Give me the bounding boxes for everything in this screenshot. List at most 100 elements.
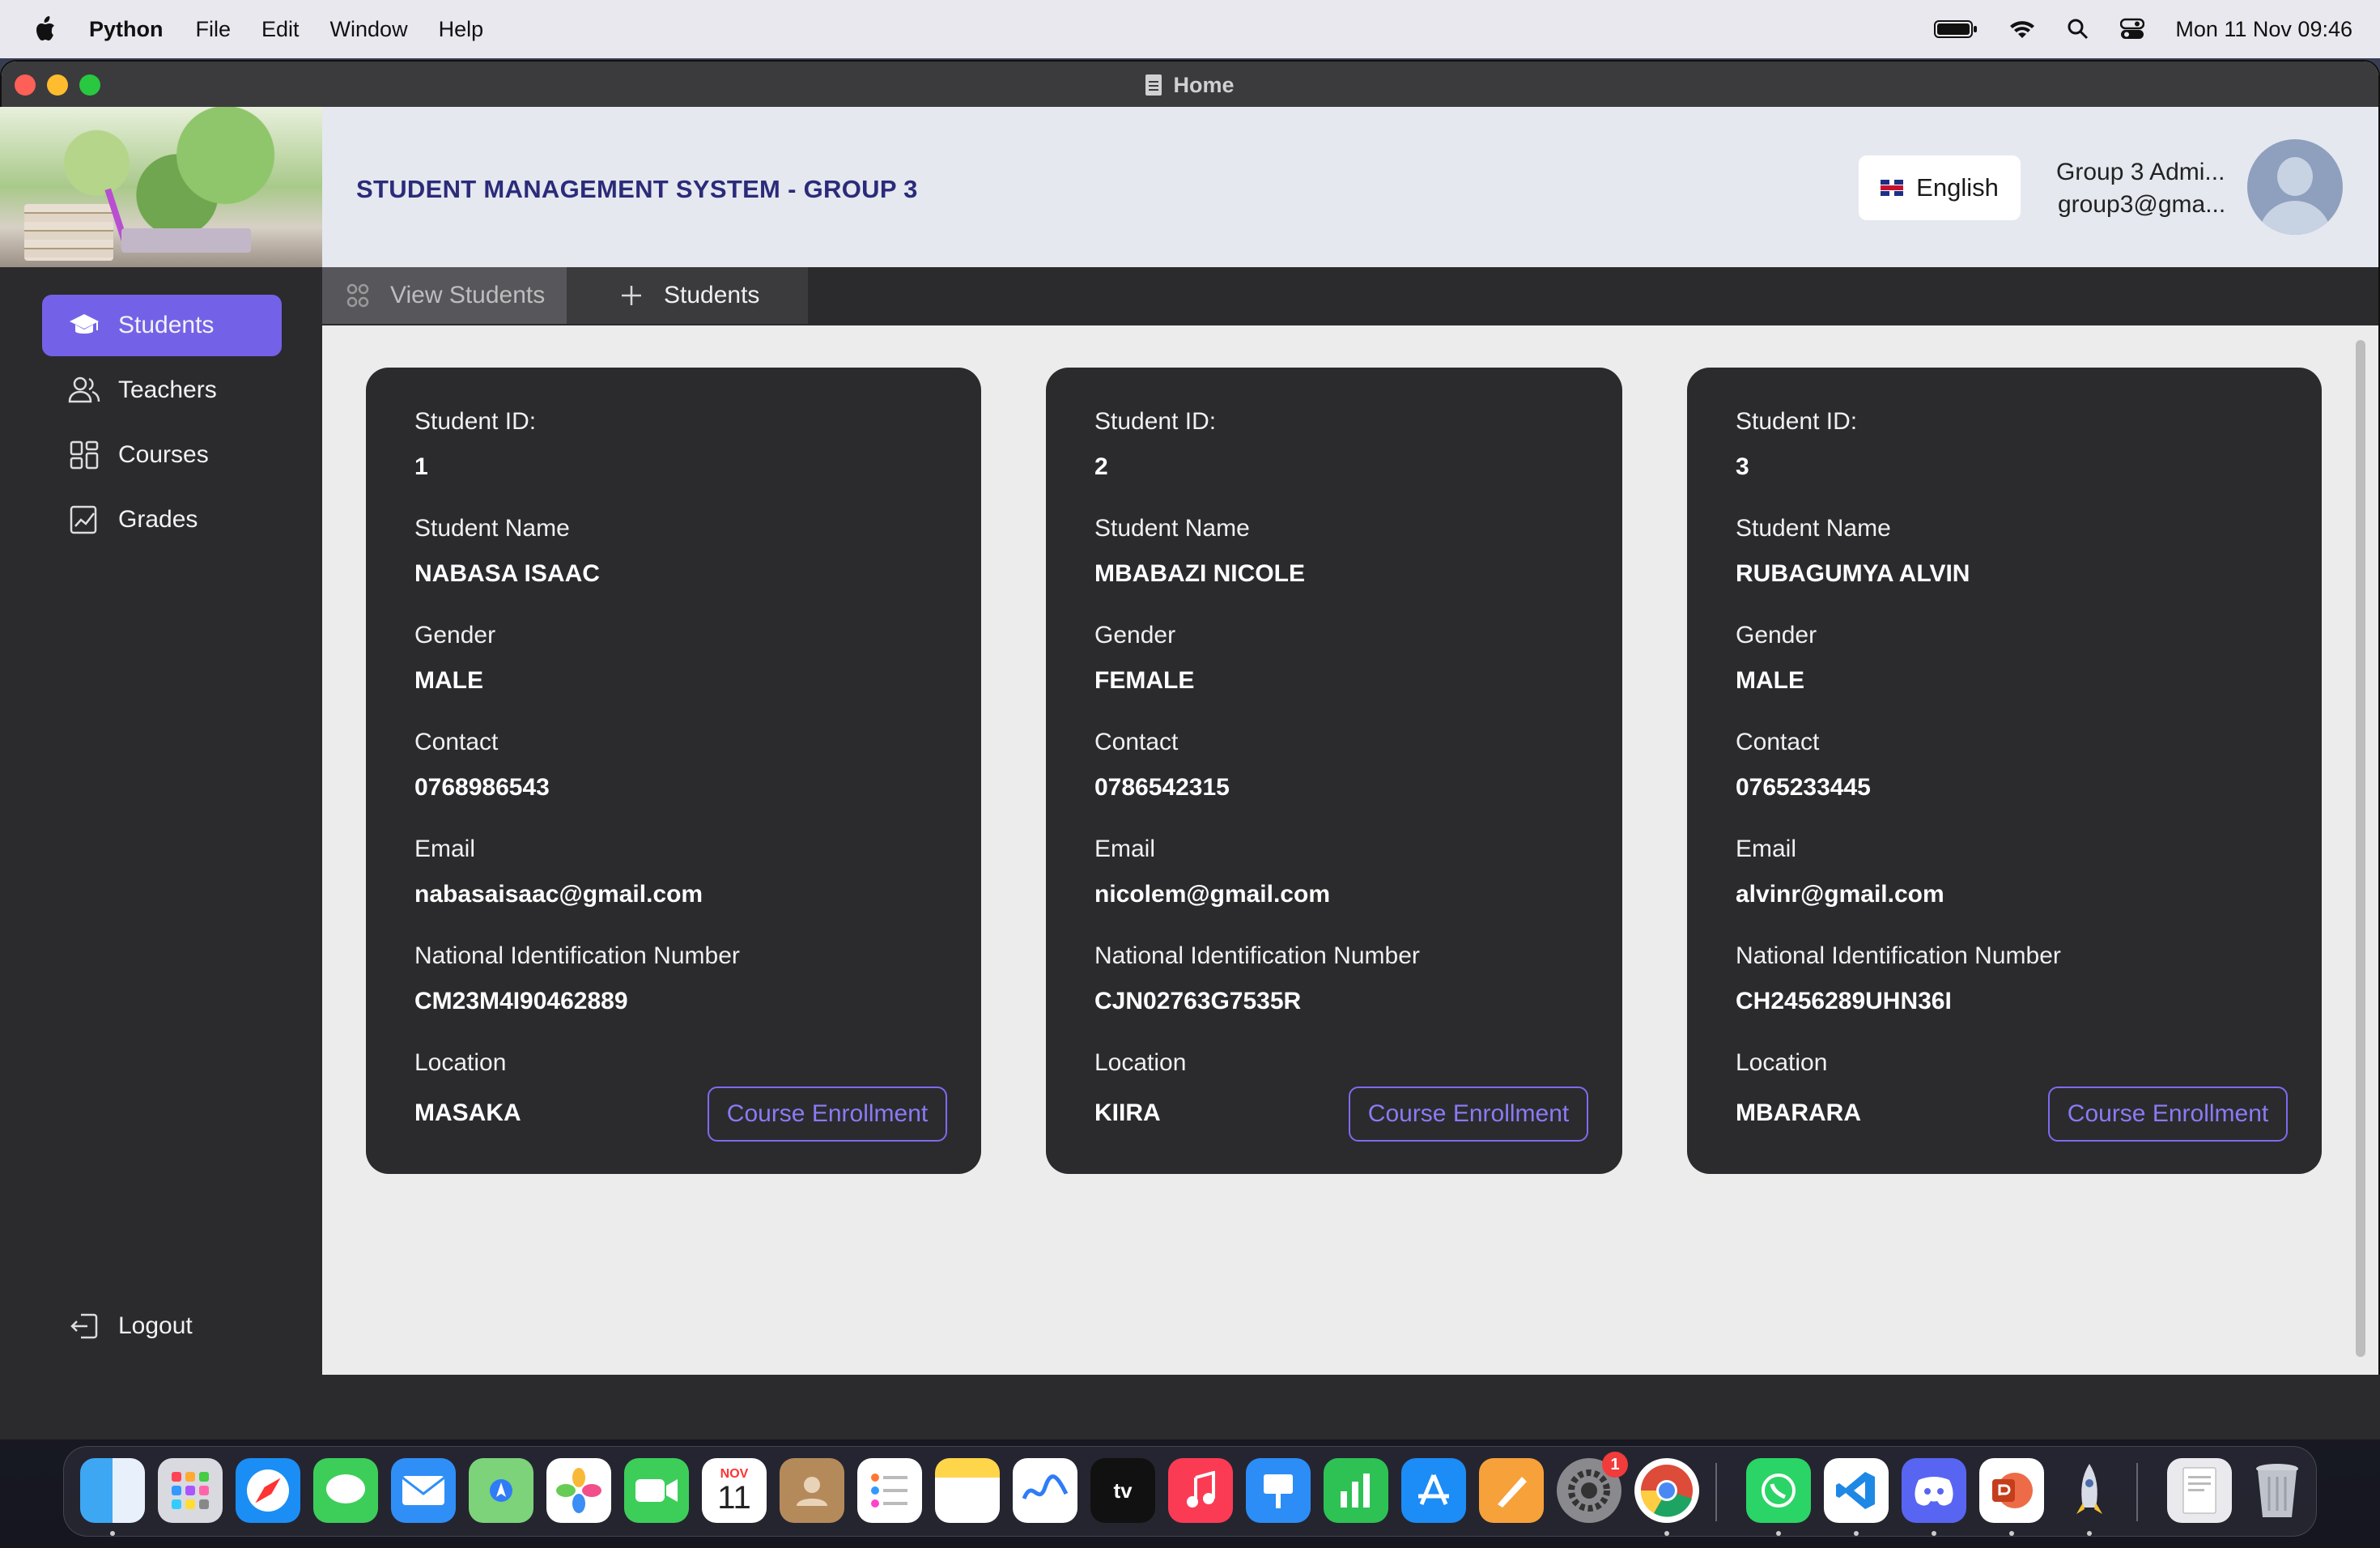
contact-label: Contact	[414, 729, 499, 755]
tab-label: Students	[664, 282, 760, 308]
pages-icon[interactable]	[1479, 1458, 1544, 1523]
music-icon[interactable]	[1168, 1458, 1233, 1523]
apple-tv-icon[interactable]: tv	[1090, 1458, 1155, 1523]
student-name-value: NABASA ISAAC	[414, 560, 600, 587]
logout-button[interactable]: Logout	[42, 1295, 193, 1357]
menu-clock[interactable]: Mon 11 Nov 09:46	[2175, 17, 2352, 42]
sidebar-item-grades[interactable]: Grades	[42, 489, 282, 551]
menu-help[interactable]: Help	[439, 17, 484, 42]
python-launcher-icon[interactable]	[2057, 1458, 2122, 1523]
apple-icon[interactable]	[32, 15, 57, 43]
nin-label: National Identification Number	[1094, 942, 1420, 969]
powerpoint-icon[interactable]	[1979, 1458, 2044, 1523]
course-enrollment-button[interactable]: Course Enrollment	[2048, 1087, 2288, 1142]
plus-icon	[622, 286, 641, 305]
language-label: English	[1916, 173, 1999, 202]
keynote-icon[interactable]	[1246, 1458, 1311, 1523]
student-id-value: 3	[1736, 453, 1749, 480]
app-store-icon[interactable]	[1401, 1458, 1466, 1523]
dock: NOV 11 tv 1	[63, 1446, 2317, 1537]
battery-icon[interactable]	[1934, 19, 1978, 39]
podium-shape	[1264, 1474, 1293, 1508]
student-name-label: Student Name	[1736, 515, 1891, 542]
calendar-icon[interactable]: NOV 11	[702, 1458, 767, 1523]
numbers-icon[interactable]	[1324, 1458, 1388, 1523]
chat-bubble-shape	[326, 1474, 365, 1503]
document-icon	[1145, 74, 1162, 96]
discord-icon[interactable]	[1902, 1458, 1966, 1523]
freeform-icon[interactable]	[1013, 1458, 1077, 1523]
location-label: Location	[414, 1049, 507, 1076]
contacts-icon[interactable]	[780, 1458, 844, 1523]
language-selector[interactable]: English	[1859, 155, 2021, 220]
search-icon[interactable]	[2067, 18, 2089, 40]
gender-value: MALE	[1736, 667, 1804, 694]
app-store-a-shape	[1418, 1474, 1449, 1505]
system-settings-icon[interactable]: 1	[1557, 1452, 1628, 1523]
scribble-shape	[1022, 1474, 1069, 1500]
maps-icon[interactable]	[469, 1458, 533, 1523]
dock-separator	[2136, 1463, 2138, 1521]
music-note-shape	[1187, 1471, 1215, 1508]
email-label: Email	[1094, 836, 1156, 862]
contact-value: 0765233445	[1736, 774, 1871, 801]
header-logo-image	[0, 107, 322, 267]
running-indicator	[2087, 1531, 2092, 1536]
finder-icon[interactable]	[80, 1458, 145, 1523]
facetime-icon[interactable]	[624, 1458, 689, 1523]
gender-label: Gender	[414, 622, 496, 649]
menu-edit[interactable]: Edit	[261, 17, 300, 42]
notes-icon[interactable]	[935, 1458, 1000, 1523]
whatsapp-icon[interactable]	[1746, 1458, 1811, 1523]
document-stack-icon[interactable]	[2167, 1458, 2232, 1523]
photos-icon[interactable]	[546, 1458, 611, 1523]
sidebar-item-label: Grades	[118, 506, 198, 533]
map-pin-shape	[490, 1479, 512, 1502]
sidebar-item-teachers[interactable]: Teachers	[42, 359, 282, 421]
reminders-icon[interactable]	[857, 1458, 922, 1523]
avatar-body-shape	[2259, 201, 2331, 235]
launchpad-icon[interactable]	[158, 1458, 223, 1523]
messages-icon[interactable]	[313, 1458, 378, 1523]
menu-window[interactable]: Window	[330, 17, 408, 42]
close-window-button[interactable]	[15, 74, 36, 96]
sidebar-item-label: Courses	[118, 441, 209, 468]
running-indicator	[1932, 1531, 1936, 1536]
tab-view-students[interactable]: View Students	[322, 267, 567, 324]
mail-icon[interactable]	[391, 1458, 456, 1523]
menu-file[interactable]: File	[196, 17, 232, 42]
control-center-icon[interactable]	[2120, 18, 2145, 40]
camera-shape	[635, 1479, 678, 1502]
chrome-icon[interactable]	[1634, 1458, 1699, 1523]
envelope-shape	[402, 1476, 445, 1505]
sidebar-item-courses[interactable]: Courses	[42, 424, 282, 486]
avatar[interactable]	[2247, 139, 2343, 235]
menu-app-name[interactable]: Python	[89, 17, 164, 42]
zoom-window-button[interactable]	[79, 74, 100, 96]
email-value: alvinr@gmail.com	[1736, 881, 1944, 908]
student-card: Student ID: 2 Student Name MBABAZI NICOL…	[1046, 368, 1622, 1174]
student-name-value: MBABAZI NICOLE	[1094, 560, 1305, 587]
location-value: MBARARA	[1736, 1099, 1861, 1126]
minimize-window-button[interactable]	[47, 74, 68, 96]
sidebar-item-students[interactable]: Students	[42, 295, 282, 356]
vscode-logo-shape	[1836, 1472, 1875, 1509]
course-enrollment-button[interactable]: Course Enrollment	[708, 1087, 947, 1142]
gender-label: Gender	[1094, 622, 1176, 649]
logout-label: Logout	[118, 1312, 193, 1339]
running-indicator	[1854, 1531, 1859, 1536]
dock-separator	[1715, 1463, 1717, 1521]
tab-add-students[interactable]: Students	[567, 267, 808, 324]
tab-bar: View Students Students	[322, 267, 2378, 325]
sidebar: Students Teachers Courses Grades Logout	[0, 267, 322, 1375]
trash-icon[interactable]	[2245, 1458, 2310, 1523]
wifi-icon[interactable]	[2008, 19, 2036, 40]
course-enrollment-button[interactable]: Course Enrollment	[1349, 1087, 1588, 1142]
pen-shape	[1498, 1477, 1527, 1508]
safari-icon[interactable]	[236, 1458, 300, 1523]
person-shape	[797, 1477, 827, 1506]
window-footer	[0, 1375, 2380, 1440]
vscode-icon[interactable]	[1824, 1458, 1889, 1523]
logout-icon	[70, 1313, 98, 1339]
content-scrollbar[interactable]	[2356, 340, 2365, 1357]
